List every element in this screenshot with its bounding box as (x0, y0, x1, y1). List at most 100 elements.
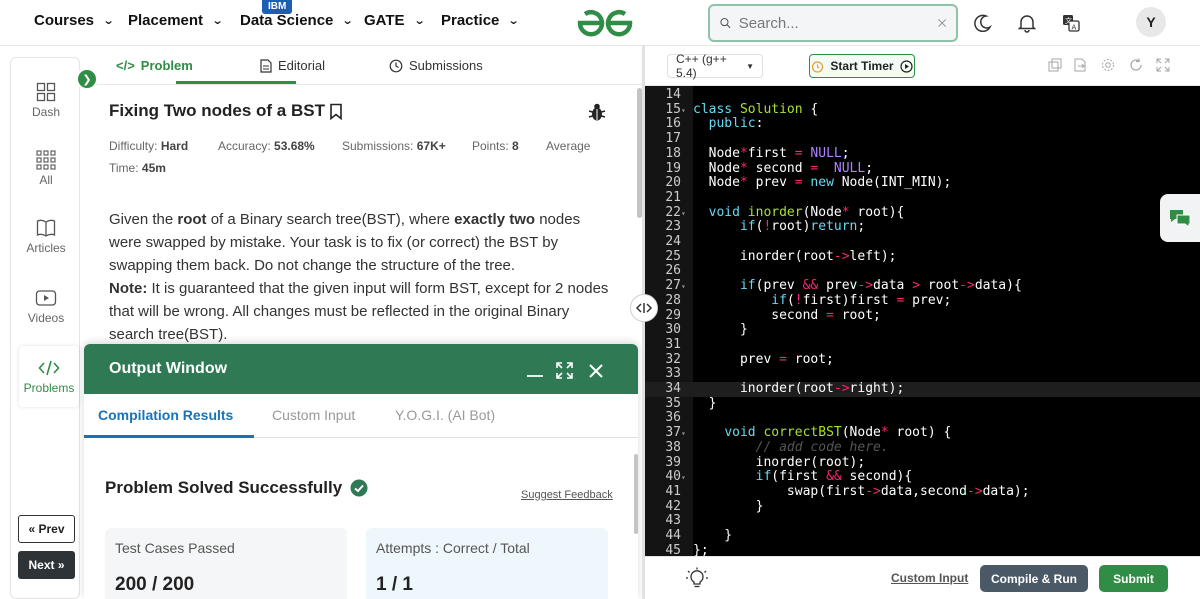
nav-placement[interactable]: Placement ⌄ (128, 12, 224, 29)
sidebar-item-videos[interactable]: Videos (11, 288, 81, 325)
fullscreen-icon[interactable] (1156, 58, 1170, 72)
points: Points: 8 (472, 139, 519, 153)
sidebar-item-label: Videos (27, 311, 65, 325)
timer-label: Start Timer (830, 59, 894, 73)
code-line: 23 if(!root)return; (665, 219, 866, 235)
accuracy-value: 53.68% (274, 139, 315, 153)
problem-title-row: Fixing Two nodes of a BST (109, 101, 343, 121)
chevron-down-icon: ⌄ (413, 15, 426, 27)
code-line: 16 public: (665, 116, 764, 132)
custom-input-link[interactable]: Custom Input (891, 571, 968, 585)
clock-icon (389, 59, 403, 72)
reset-icon[interactable] (1129, 58, 1143, 72)
bookmark-icon[interactable] (329, 103, 343, 120)
tab-problem[interactable]: </> Problem (116, 58, 193, 73)
sidebar-item-problems[interactable]: Problems (19, 346, 79, 407)
settings-icon[interactable] (1101, 58, 1115, 72)
avatar[interactable]: Y (1136, 7, 1166, 37)
sidebar-item-all[interactable]: All (11, 150, 81, 187)
code-line: 39 inorder(root); (665, 454, 866, 470)
check-circle-icon (350, 479, 368, 497)
next-label: Next (28, 558, 55, 572)
search-icon (720, 18, 731, 29)
nav-data-science-label: Data Science (240, 12, 334, 29)
close-icon[interactable] (588, 363, 604, 379)
export-icon[interactable] (1073, 58, 1087, 72)
chevron-down-icon: ⌄ (342, 15, 354, 27)
nav-courses[interactable]: Courses ⌄ (34, 12, 115, 29)
submissions-count: Submissions: 67K+ (342, 139, 446, 153)
code-line: 25 inorder(root->left); (665, 248, 897, 264)
difficulty-label: Difficulty: (109, 139, 158, 153)
stat-value: 1 / 1 (376, 574, 413, 595)
dashboard-icon (36, 82, 56, 102)
sidebar-item-label: Dash (31, 105, 60, 119)
lightbulb-icon[interactable] (686, 567, 708, 589)
problem-description: Given the root of a Binary search tree(B… (109, 208, 609, 346)
submit-button[interactable]: Submit (1099, 565, 1168, 592)
status-text: Problem Solved Successfully (105, 478, 343, 497)
output-scrollbar[interactable] (634, 454, 638, 534)
compile-run-button[interactable]: Compile & Run (980, 565, 1088, 592)
language-select[interactable]: C++ (g++ 5.4) ▼ (667, 52, 763, 80)
tab-compilation-results[interactable]: Compilation Results (98, 407, 233, 423)
suggest-feedback-link[interactable]: Suggest Feedback (521, 489, 613, 501)
translate-button[interactable]: 文 A (1058, 10, 1084, 36)
output-window: Output Window Compilation Results Custom… (84, 344, 638, 599)
sidebar-item-label: Problems (23, 381, 75, 395)
start-timer-button[interactable]: Start Timer (809, 54, 915, 78)
expand-sidebar-button[interactable]: ❯ (76, 68, 98, 90)
nav-data-science[interactable]: Data Science ⌄ (240, 12, 354, 29)
active-tab-indicator (84, 435, 254, 438)
output-tabs: Compilation Results Custom Input Y.O.G.I… (84, 394, 638, 438)
left-sidebar: Dash All Articles Videos Problems « Prev (10, 57, 80, 599)
chevron-right-icon: ❯ (82, 73, 92, 86)
points-label: Points: (472, 139, 509, 153)
code-line: 24 (665, 234, 681, 249)
tab-submissions-label: Submissions (409, 58, 483, 73)
chevron-down-icon: ⌄ (102, 15, 115, 27)
gfg-logo-icon[interactable] (574, 6, 636, 40)
output-header: Output Window (84, 344, 638, 394)
sidebar-item-articles[interactable]: Articles (11, 218, 81, 255)
code-line: 26 (665, 263, 681, 279)
stat-value: 200 / 200 (115, 574, 195, 595)
average-label: Average (546, 139, 591, 153)
prev-button[interactable]: « Prev (18, 515, 75, 543)
output-title: Output Window (109, 360, 228, 377)
copy-icon[interactable] (1048, 58, 1062, 72)
code-line: 30 } (665, 322, 748, 338)
document-icon (260, 58, 272, 73)
double-chevron-left-icon: « (28, 522, 39, 536)
bell-icon (1017, 15, 1037, 33)
chat-button[interactable] (1160, 194, 1200, 242)
search-input[interactable] (738, 14, 938, 32)
bug-report-icon[interactable] (588, 102, 606, 122)
sidebar-item-dash[interactable]: Dash (11, 82, 81, 119)
notifications-button[interactable] (1014, 10, 1040, 36)
nav-practice[interactable]: Practice ⌄ (441, 12, 520, 29)
code-line: 18 Node*first = NULL; (665, 145, 850, 161)
accuracy-label: Accuracy: (218, 139, 271, 153)
resize-handle[interactable] (630, 294, 658, 322)
book-icon (36, 219, 56, 237)
code-line: 28 if(!first)first = prev; (665, 292, 952, 308)
nav-gate[interactable]: GATE ⌄ (364, 12, 426, 29)
tab-submissions[interactable]: Submissions (389, 58, 483, 73)
code-editor[interactable]: 14 15▾ class Solution { 16 public: 17 18 … (645, 86, 1200, 556)
clear-search-icon[interactable] (937, 16, 946, 30)
nav-placement-label: Placement (128, 12, 204, 29)
code-line: 19 Node* second = NULL; (665, 160, 874, 176)
time-value: 45m (141, 161, 166, 175)
minimize-icon[interactable] (526, 368, 544, 378)
tab-custom-input[interactable]: Custom Input (272, 407, 355, 423)
next-button[interactable]: Next » (18, 551, 75, 579)
tab-editorial[interactable]: Editorial (260, 58, 325, 73)
dark-mode-toggle[interactable] (970, 10, 996, 36)
tab-yogi-ai-bot[interactable]: Y.O.G.I. (AI Bot) (395, 407, 495, 423)
code-line: 20 Node* prev = new Node(INT_MIN); (665, 175, 952, 191)
chevron-down-icon: ⌄ (211, 15, 224, 27)
double-chevron-right-icon: » (54, 558, 65, 572)
fullscreen-icon[interactable] (556, 362, 573, 379)
chat-icon (1170, 210, 1191, 228)
